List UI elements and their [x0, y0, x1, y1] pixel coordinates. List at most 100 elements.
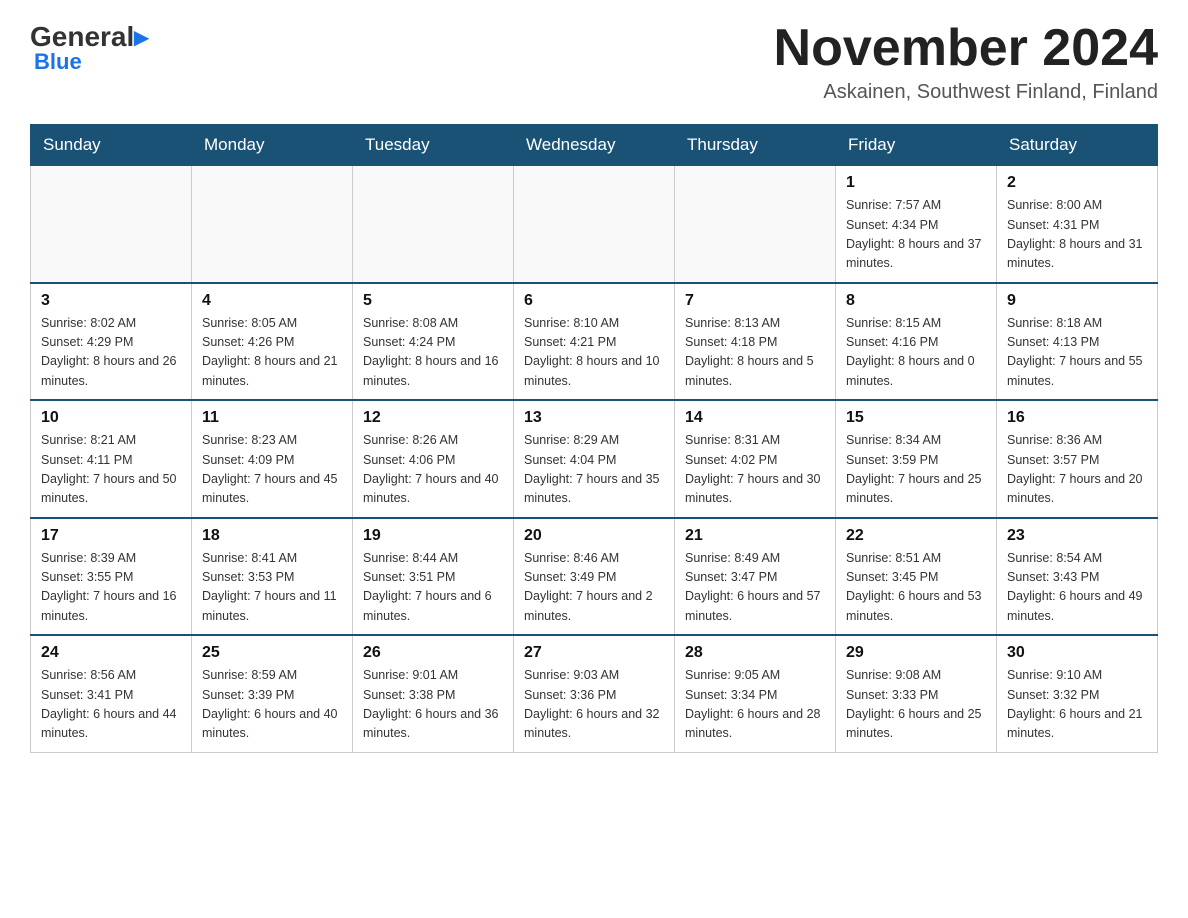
- day-number: 22: [846, 527, 986, 545]
- day-info: Sunrise: 8:23 AM Sunset: 4:09 PM Dayligh…: [202, 431, 342, 509]
- day-number: 26: [363, 644, 503, 662]
- calendar-cell: 6 Sunrise: 8:10 AM Sunset: 4:21 PM Daylig…: [514, 283, 675, 401]
- day-number: 2: [1007, 174, 1147, 192]
- day-info: Sunrise: 8:02 AM Sunset: 4:29 PM Dayligh…: [41, 314, 181, 392]
- weekday-header-sunday: Sunday: [31, 125, 192, 166]
- calendar-week-5: 24 Sunrise: 8:56 AM Sunset: 3:41 PM Dayli…: [31, 635, 1158, 752]
- calendar-cell: 26 Sunrise: 9:01 AM Sunset: 3:38 PM Dayli…: [353, 635, 514, 752]
- day-info: Sunrise: 9:03 AM Sunset: 3:36 PM Dayligh…: [524, 666, 664, 744]
- day-info: Sunrise: 8:26 AM Sunset: 4:06 PM Dayligh…: [363, 431, 503, 509]
- calendar-cell: 23 Sunrise: 8:54 AM Sunset: 3:43 PM Dayli…: [997, 518, 1158, 636]
- calendar-cell: 27 Sunrise: 9:03 AM Sunset: 3:36 PM Dayli…: [514, 635, 675, 752]
- day-number: 8: [846, 292, 986, 310]
- day-number: 6: [524, 292, 664, 310]
- weekday-header-saturday: Saturday: [997, 125, 1158, 166]
- day-info: Sunrise: 9:10 AM Sunset: 3:32 PM Dayligh…: [1007, 666, 1147, 744]
- calendar-cell: 4 Sunrise: 8:05 AM Sunset: 4:26 PM Daylig…: [192, 283, 353, 401]
- calendar-cell: 18Sunrise: 8:41 AM Sunset: 3:53 PM Dayli…: [192, 518, 353, 636]
- calendar-cell: 24 Sunrise: 8:56 AM Sunset: 3:41 PM Dayli…: [31, 635, 192, 752]
- day-number: 16: [1007, 409, 1147, 427]
- day-number: 5: [363, 292, 503, 310]
- day-info: Sunrise: 9:05 AM Sunset: 3:34 PM Dayligh…: [685, 666, 825, 744]
- day-number: 27: [524, 644, 664, 662]
- day-number: 25: [202, 644, 342, 662]
- day-number: 1: [846, 174, 986, 192]
- page-header: General ▸ Blue November 2024 Askainen, S…: [30, 20, 1158, 104]
- day-info: Sunrise: 8:56 AM Sunset: 3:41 PM Dayligh…: [41, 666, 181, 744]
- calendar-cell: 2 Sunrise: 8:00 AM Sunset: 4:31 PM Daylig…: [997, 166, 1158, 283]
- calendar-cell: 30 Sunrise: 9:10 AM Sunset: 3:32 PM Dayli…: [997, 635, 1158, 752]
- month-title: November 2024: [774, 20, 1158, 77]
- calendar-cell: 5 Sunrise: 8:08 AM Sunset: 4:24 PM Daylig…: [353, 283, 514, 401]
- calendar-header-row: SundayMondayTuesdayWednesdayThursdayFrid…: [31, 125, 1158, 166]
- day-number: 23: [1007, 527, 1147, 545]
- day-info: Sunrise: 7:57 AM Sunset: 4:34 PM Dayligh…: [846, 196, 986, 274]
- calendar-week-3: 10 Sunrise: 8:21 AM Sunset: 4:11 PM Dayli…: [31, 400, 1158, 518]
- calendar-week-2: 3 Sunrise: 8:02 AM Sunset: 4:29 PM Daylig…: [31, 283, 1158, 401]
- day-number: 19: [363, 527, 503, 545]
- day-info: Sunrise: 9:01 AM Sunset: 3:38 PM Dayligh…: [363, 666, 503, 744]
- day-info: Sunrise: 8:51 AM Sunset: 3:45 PM Dayligh…: [846, 549, 986, 627]
- day-info: Sunrise: 8:44 AM Sunset: 3:51 PM Dayligh…: [363, 549, 503, 627]
- day-info: Sunrise: 8:29 AM Sunset: 4:04 PM Dayligh…: [524, 431, 664, 509]
- day-number: 18: [202, 527, 342, 545]
- day-number: 21: [685, 527, 825, 545]
- calendar-cell: 14Sunrise: 8:31 AM Sunset: 4:02 PM Dayli…: [675, 400, 836, 518]
- day-info: Sunrise: 8:15 AM Sunset: 4:16 PM Dayligh…: [846, 314, 986, 392]
- day-number: 20: [524, 527, 664, 545]
- day-number: 30: [1007, 644, 1147, 662]
- day-info: Sunrise: 8:00 AM Sunset: 4:31 PM Dayligh…: [1007, 196, 1147, 274]
- calendar-cell: 19 Sunrise: 8:44 AM Sunset: 3:51 PM Dayli…: [353, 518, 514, 636]
- calendar-cell: 25Sunrise: 8:59 AM Sunset: 3:39 PM Dayli…: [192, 635, 353, 752]
- calendar-cell: 22 Sunrise: 8:51 AM Sunset: 3:45 PM Dayli…: [836, 518, 997, 636]
- calendar-cell: [192, 166, 353, 283]
- calendar-cell: 28 Sunrise: 9:05 AM Sunset: 3:34 PM Dayli…: [675, 635, 836, 752]
- weekday-header-wednesday: Wednesday: [514, 125, 675, 166]
- day-number: 7: [685, 292, 825, 310]
- day-number: 4: [202, 292, 342, 310]
- day-info: Sunrise: 8:10 AM Sunset: 4:21 PM Dayligh…: [524, 314, 664, 392]
- day-info: Sunrise: 8:34 AM Sunset: 3:59 PM Dayligh…: [846, 431, 986, 509]
- title-area: November 2024 Askainen, Southwest Finlan…: [774, 20, 1158, 104]
- logo-subtitle: Blue: [34, 49, 82, 75]
- calendar-cell: 13Sunrise: 8:29 AM Sunset: 4:04 PM Dayli…: [514, 400, 675, 518]
- day-info: Sunrise: 8:21 AM Sunset: 4:11 PM Dayligh…: [41, 431, 181, 509]
- day-number: 10: [41, 409, 181, 427]
- day-number: 11: [202, 409, 342, 427]
- calendar-cell: 12 Sunrise: 8:26 AM Sunset: 4:06 PM Dayli…: [353, 400, 514, 518]
- location: Askainen, Southwest Finland, Finland: [774, 81, 1158, 104]
- calendar-cell: [31, 166, 192, 283]
- day-number: 24: [41, 644, 181, 662]
- day-info: Sunrise: 8:49 AM Sunset: 3:47 PM Dayligh…: [685, 549, 825, 627]
- calendar-cell: [675, 166, 836, 283]
- day-info: Sunrise: 8:13 AM Sunset: 4:18 PM Dayligh…: [685, 314, 825, 392]
- calendar-cell: 9 Sunrise: 8:18 AM Sunset: 4:13 PM Daylig…: [997, 283, 1158, 401]
- calendar-week-1: 1 Sunrise: 7:57 AM Sunset: 4:34 PM Daylig…: [31, 166, 1158, 283]
- day-info: Sunrise: 8:54 AM Sunset: 3:43 PM Dayligh…: [1007, 549, 1147, 627]
- day-info: Sunrise: 8:18 AM Sunset: 4:13 PM Dayligh…: [1007, 314, 1147, 392]
- calendar-cell: 10 Sunrise: 8:21 AM Sunset: 4:11 PM Dayli…: [31, 400, 192, 518]
- day-number: 3: [41, 292, 181, 310]
- weekday-header-tuesday: Tuesday: [353, 125, 514, 166]
- logo-blue-text: ▸: [134, 20, 148, 53]
- calendar-week-4: 17 Sunrise: 8:39 AM Sunset: 3:55 PM Dayli…: [31, 518, 1158, 636]
- day-number: 17: [41, 527, 181, 545]
- logo: General ▸ Blue: [30, 20, 148, 75]
- calendar-cell: 29Sunrise: 9:08 AM Sunset: 3:33 PM Dayli…: [836, 635, 997, 752]
- day-info: Sunrise: 8:39 AM Sunset: 3:55 PM Dayligh…: [41, 549, 181, 627]
- day-info: Sunrise: 8:05 AM Sunset: 4:26 PM Dayligh…: [202, 314, 342, 392]
- calendar-cell: [353, 166, 514, 283]
- calendar-cell: 11 Sunrise: 8:23 AM Sunset: 4:09 PM Dayli…: [192, 400, 353, 518]
- day-number: 14: [685, 409, 825, 427]
- calendar-cell: 20Sunrise: 8:46 AM Sunset: 3:49 PM Dayli…: [514, 518, 675, 636]
- day-number: 28: [685, 644, 825, 662]
- calendar-cell: 16 Sunrise: 8:36 AM Sunset: 3:57 PM Dayli…: [997, 400, 1158, 518]
- day-number: 29: [846, 644, 986, 662]
- weekday-header-monday: Monday: [192, 125, 353, 166]
- day-info: Sunrise: 8:36 AM Sunset: 3:57 PM Dayligh…: [1007, 431, 1147, 509]
- day-number: 9: [1007, 292, 1147, 310]
- calendar-cell: 21 Sunrise: 8:49 AM Sunset: 3:47 PM Dayli…: [675, 518, 836, 636]
- day-info: Sunrise: 8:08 AM Sunset: 4:24 PM Dayligh…: [363, 314, 503, 392]
- logo-general: General: [30, 21, 134, 53]
- day-number: 12: [363, 409, 503, 427]
